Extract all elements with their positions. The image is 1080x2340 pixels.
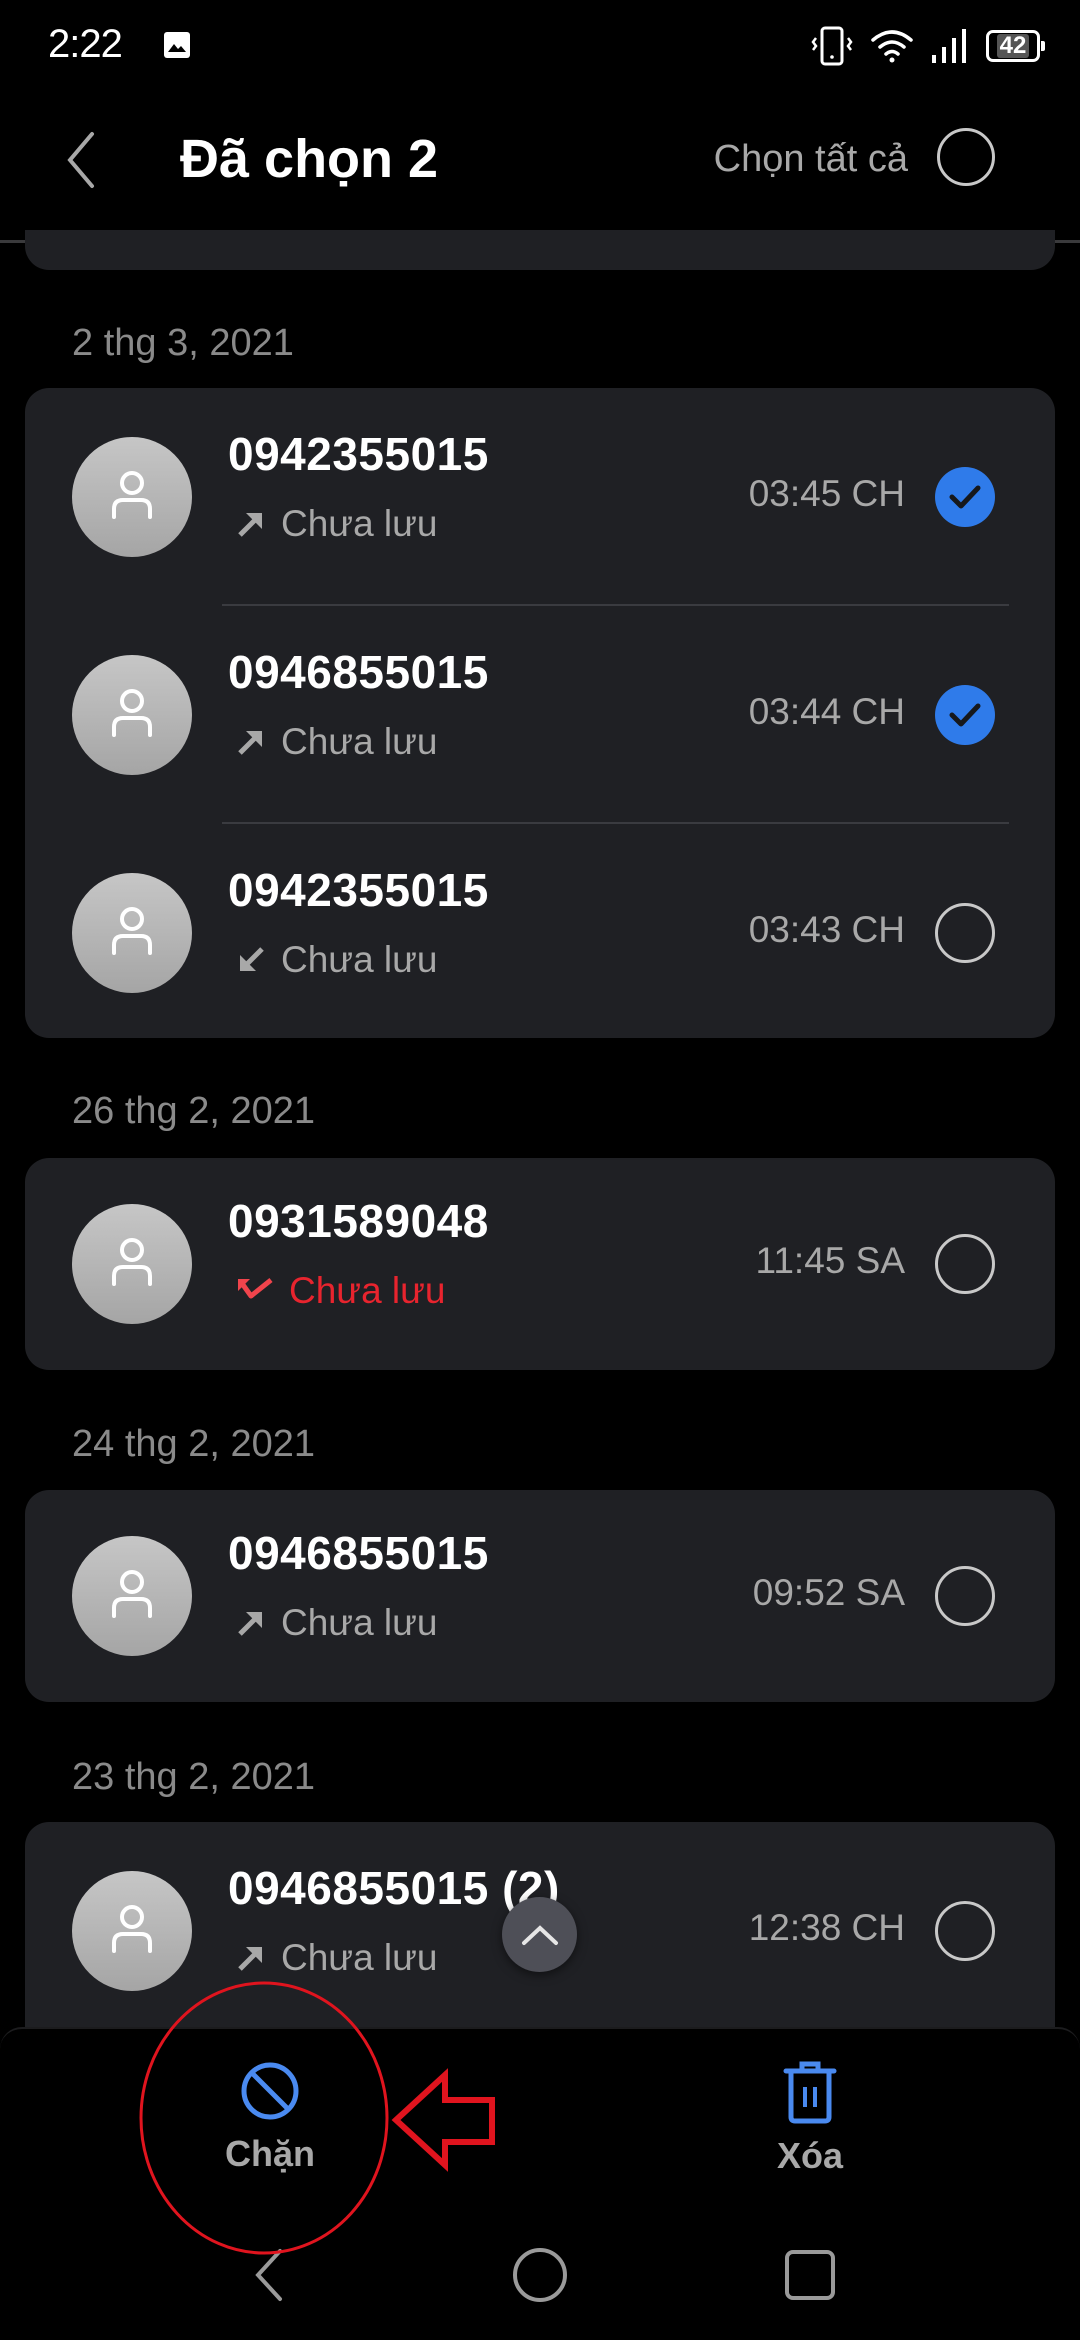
call-group-card: 0942355015 Chưa lưu 03:45 CH 0946855015 … <box>25 388 1055 1038</box>
date-header: 24 thg 2, 2021 <box>72 1423 315 1465</box>
phone-number: 0942355015 <box>228 864 489 916</box>
incoming-call-icon <box>240 947 264 971</box>
phone-number: 0942355015 <box>228 428 489 480</box>
call-log-row[interactable]: 0942355015 Chưa lưu 03:43 CH <box>25 824 1055 1042</box>
row-checkbox[interactable] <box>935 1234 995 1294</box>
check-icon <box>949 703 981 727</box>
nav-home-icon <box>513 2248 567 2302</box>
person-icon <box>112 1570 152 1618</box>
block-label: Chặn <box>225 2133 315 2174</box>
avatar <box>72 655 192 775</box>
back-button[interactable] <box>58 128 108 192</box>
call-time: 03:45 CH <box>748 473 905 514</box>
phone-number: 0946855015 <box>228 646 489 698</box>
status-text: Chưa lưu <box>281 721 438 762</box>
chevron-up-icon <box>521 1924 558 1945</box>
back-arrow-icon <box>67 132 94 188</box>
image-icon <box>164 32 190 58</box>
missed-call-icon <box>238 1278 273 1299</box>
call-status: Chưa lưu <box>235 939 438 981</box>
nav-recents-icon <box>785 2250 835 2300</box>
person-icon <box>112 907 152 955</box>
person-icon <box>112 1238 152 1286</box>
row-checkbox[interactable] <box>935 903 995 963</box>
signal-icon <box>932 29 966 63</box>
status-time: 2:22 <box>48 22 123 66</box>
select-all-label[interactable]: Chọn tất cả <box>714 138 908 181</box>
call-log-row[interactable]: 0946855015 Chưa lưu 09:52 SA <box>25 1487 1055 1705</box>
system-nav-bar <box>0 2215 1080 2325</box>
row-checkbox[interactable] <box>935 1901 995 1961</box>
check-icon <box>949 485 981 509</box>
person-icon <box>112 689 152 737</box>
call-time: 03:43 CH <box>748 909 905 950</box>
nav-back-button[interactable] <box>230 2235 310 2315</box>
nav-recents-button[interactable] <box>770 2235 850 2315</box>
call-time: 11:45 SA <box>755 1240 905 1281</box>
call-status: Chưa lưu <box>235 721 438 763</box>
call-group-card: 0931589048 Chưa lưu 11:45 SA <box>25 1158 1055 1370</box>
outgoing-call-icon <box>238 731 262 755</box>
battery-level: 42 <box>996 34 1030 58</box>
avatar <box>72 873 192 993</box>
person-icon <box>112 471 152 519</box>
date-header: 2 thg 3, 2021 <box>72 322 294 364</box>
call-status: Chưa lưu <box>235 1270 446 1312</box>
avatar <box>72 1204 192 1324</box>
outgoing-call-icon <box>238 1612 262 1636</box>
status-text: Chưa lưu <box>281 1602 438 1643</box>
avatar <box>72 437 192 557</box>
person-icon <box>112 1905 152 1953</box>
avatar <box>72 1536 192 1656</box>
delete-button[interactable]: Xóa <box>710 2059 910 2199</box>
status-bar: 2:22 42 <box>0 0 1080 90</box>
page-title: Đã chọn 2 <box>180 129 439 189</box>
status-text: Chưa lưu <box>281 503 438 544</box>
date-header: 23 thg 2, 2021 <box>72 1756 315 1798</box>
block-button[interactable]: Chặn <box>170 2059 370 2199</box>
date-header: 26 thg 2, 2021 <box>72 1090 315 1132</box>
vibrate-icon <box>811 26 853 66</box>
call-time: 09:52 SA <box>752 1572 905 1613</box>
phone-number: 0931589048 <box>228 1195 489 1247</box>
row-checkbox[interactable] <box>935 1566 995 1626</box>
wifi-icon <box>871 30 913 63</box>
trash-icon <box>783 2061 837 2124</box>
row-checkbox-checked[interactable] <box>935 685 995 745</box>
nav-back-icon <box>255 2249 282 2301</box>
call-log-row[interactable]: 0942355015 Chưa lưu 03:45 CH <box>25 388 1055 606</box>
call-time: 12:38 CH <box>748 1907 905 1948</box>
call-status: Chưa lưu <box>235 1602 438 1644</box>
status-text: Chưa lưu <box>281 1937 438 1978</box>
scroll-to-top-button[interactable] <box>502 1897 577 1972</box>
avatar <box>72 1871 192 1991</box>
call-log-row[interactable]: 0931589048 Chưa lưu 11:45 SA <box>25 1155 1055 1373</box>
call-group-card-partial <box>25 230 1055 270</box>
block-icon <box>241 2062 299 2120</box>
row-checkbox-checked[interactable] <box>935 467 995 527</box>
status-text: Chưa lưu <box>281 939 438 980</box>
call-time: 03:44 CH <box>748 691 905 732</box>
outgoing-call-icon <box>238 513 262 537</box>
select-all-checkbox[interactable] <box>937 128 995 186</box>
battery-icon: 42 <box>986 30 1045 62</box>
call-status: Chưa lưu <box>235 503 438 545</box>
status-text: Chưa lưu <box>289 1270 446 1311</box>
phone-number: 0946855015 <box>228 1527 489 1579</box>
delete-label: Xóa <box>776 2135 844 2176</box>
phone-number: 0946855015 (2) <box>228 1862 560 1914</box>
call-log-row[interactable]: 0946855015 Chưa lưu 03:44 CH <box>25 606 1055 824</box>
app-bar: Đã chọn 2 Chọn tất cả <box>0 90 1080 243</box>
call-status: Chưa lưu <box>235 1937 438 1979</box>
outgoing-call-icon <box>238 1947 262 1971</box>
nav-home-button[interactable] <box>500 2235 580 2315</box>
call-group-card: 0946855015 Chưa lưu 09:52 SA <box>25 1490 1055 1702</box>
